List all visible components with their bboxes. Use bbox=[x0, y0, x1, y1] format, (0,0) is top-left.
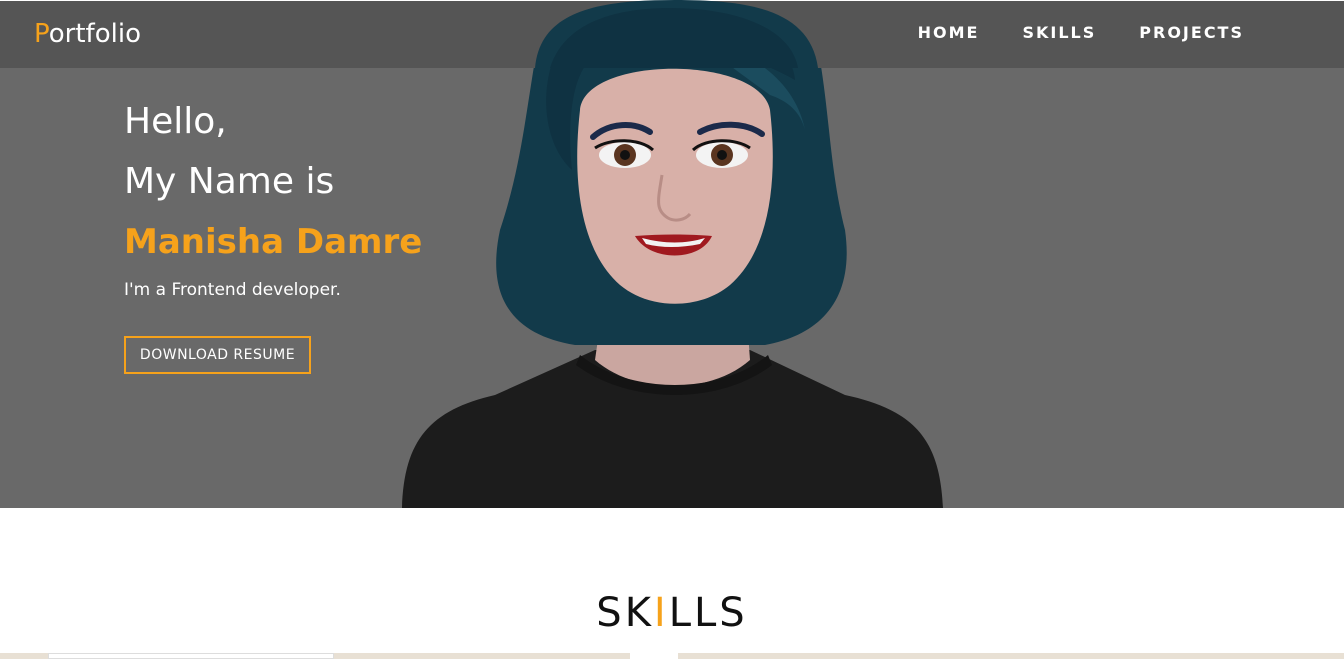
developer-name: Manisha Damre bbox=[124, 222, 423, 262]
nav-projects[interactable]: PROJECTS bbox=[1139, 23, 1244, 42]
avatar-illustration bbox=[402, 3, 943, 508]
skills-heading-part2: LLS bbox=[668, 590, 748, 636]
logo-rest: ortfolio bbox=[48, 19, 141, 49]
nav-skills[interactable]: SKILLS bbox=[1022, 23, 1096, 42]
skills-heading: SKILLS bbox=[0, 590, 1344, 636]
nav-home[interactable]: HOME bbox=[918, 23, 980, 42]
logo[interactable]: Portfolio bbox=[34, 19, 141, 49]
role-text: I'm a Frontend developer. bbox=[124, 280, 341, 300]
logo-first-letter: P bbox=[34, 19, 49, 49]
intro-block: Hello, My Name is Manisha Damre I'm a Fr… bbox=[124, 92, 423, 374]
skills-heading-accent: I bbox=[653, 590, 669, 636]
greeting-line-2: My Name is bbox=[124, 161, 335, 202]
skills-heading-part1: SK bbox=[596, 590, 654, 636]
greeting-line-1: Hello, bbox=[124, 101, 227, 142]
hero-section: Portfolio HOME SKILLS PROJECTS Hello, My… bbox=[0, 0, 1344, 508]
skill-card bbox=[630, 653, 678, 659]
skill-card bbox=[48, 653, 334, 659]
top-navbar: Portfolio HOME SKILLS PROJECTS bbox=[0, 0, 1344, 68]
nav-links: HOME SKILLS PROJECTS bbox=[918, 23, 1244, 42]
download-resume-button[interactable]: DOWNLOAD RESUME bbox=[124, 336, 311, 374]
